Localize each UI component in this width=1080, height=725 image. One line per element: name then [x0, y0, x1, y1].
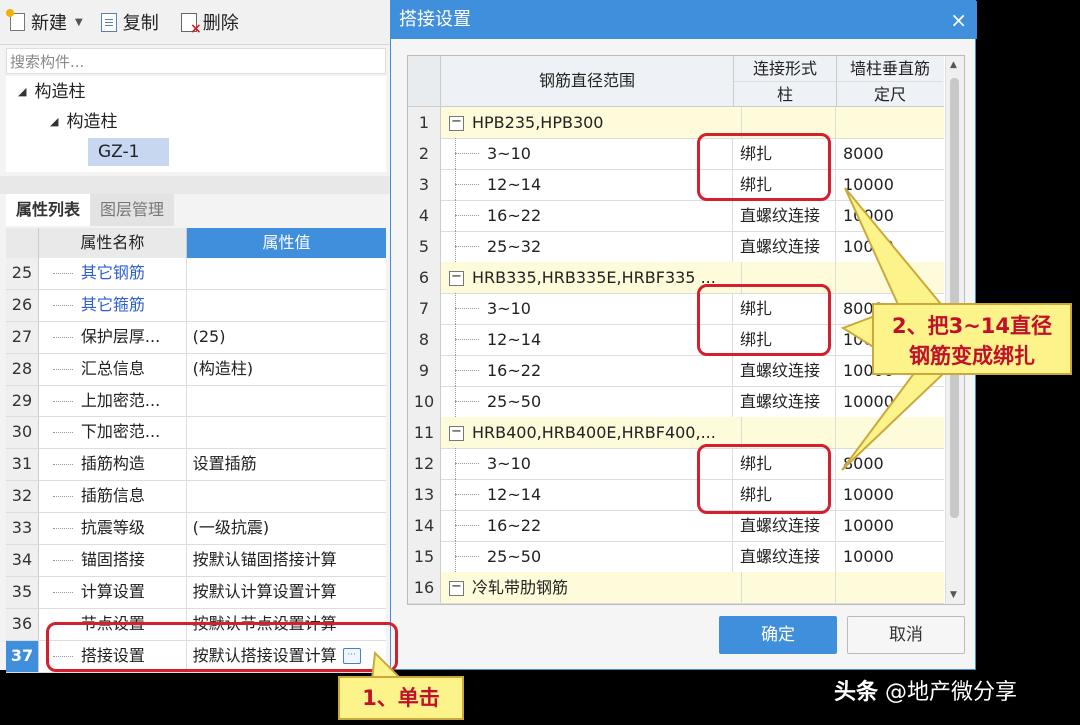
callout-step2-line1: 2、把3~14直径: [891, 314, 1053, 338]
callout-step2-line2: 钢筋变成绑扎: [909, 344, 1035, 368]
callout-pointer-2: [840, 314, 876, 350]
watermark-handle: @地产微分享: [885, 680, 1018, 705]
watermark: 头条 @地产微分享: [834, 674, 1017, 706]
callout-pointer-3: [841, 371, 948, 471]
callout-pointer-1: [844, 187, 942, 324]
watermark-brand: 头条: [834, 680, 879, 705]
callout-step2: 2、把3~14直径 钢筋变成绑扎: [872, 303, 1072, 375]
callout-step1: 1、单击: [338, 676, 464, 720]
